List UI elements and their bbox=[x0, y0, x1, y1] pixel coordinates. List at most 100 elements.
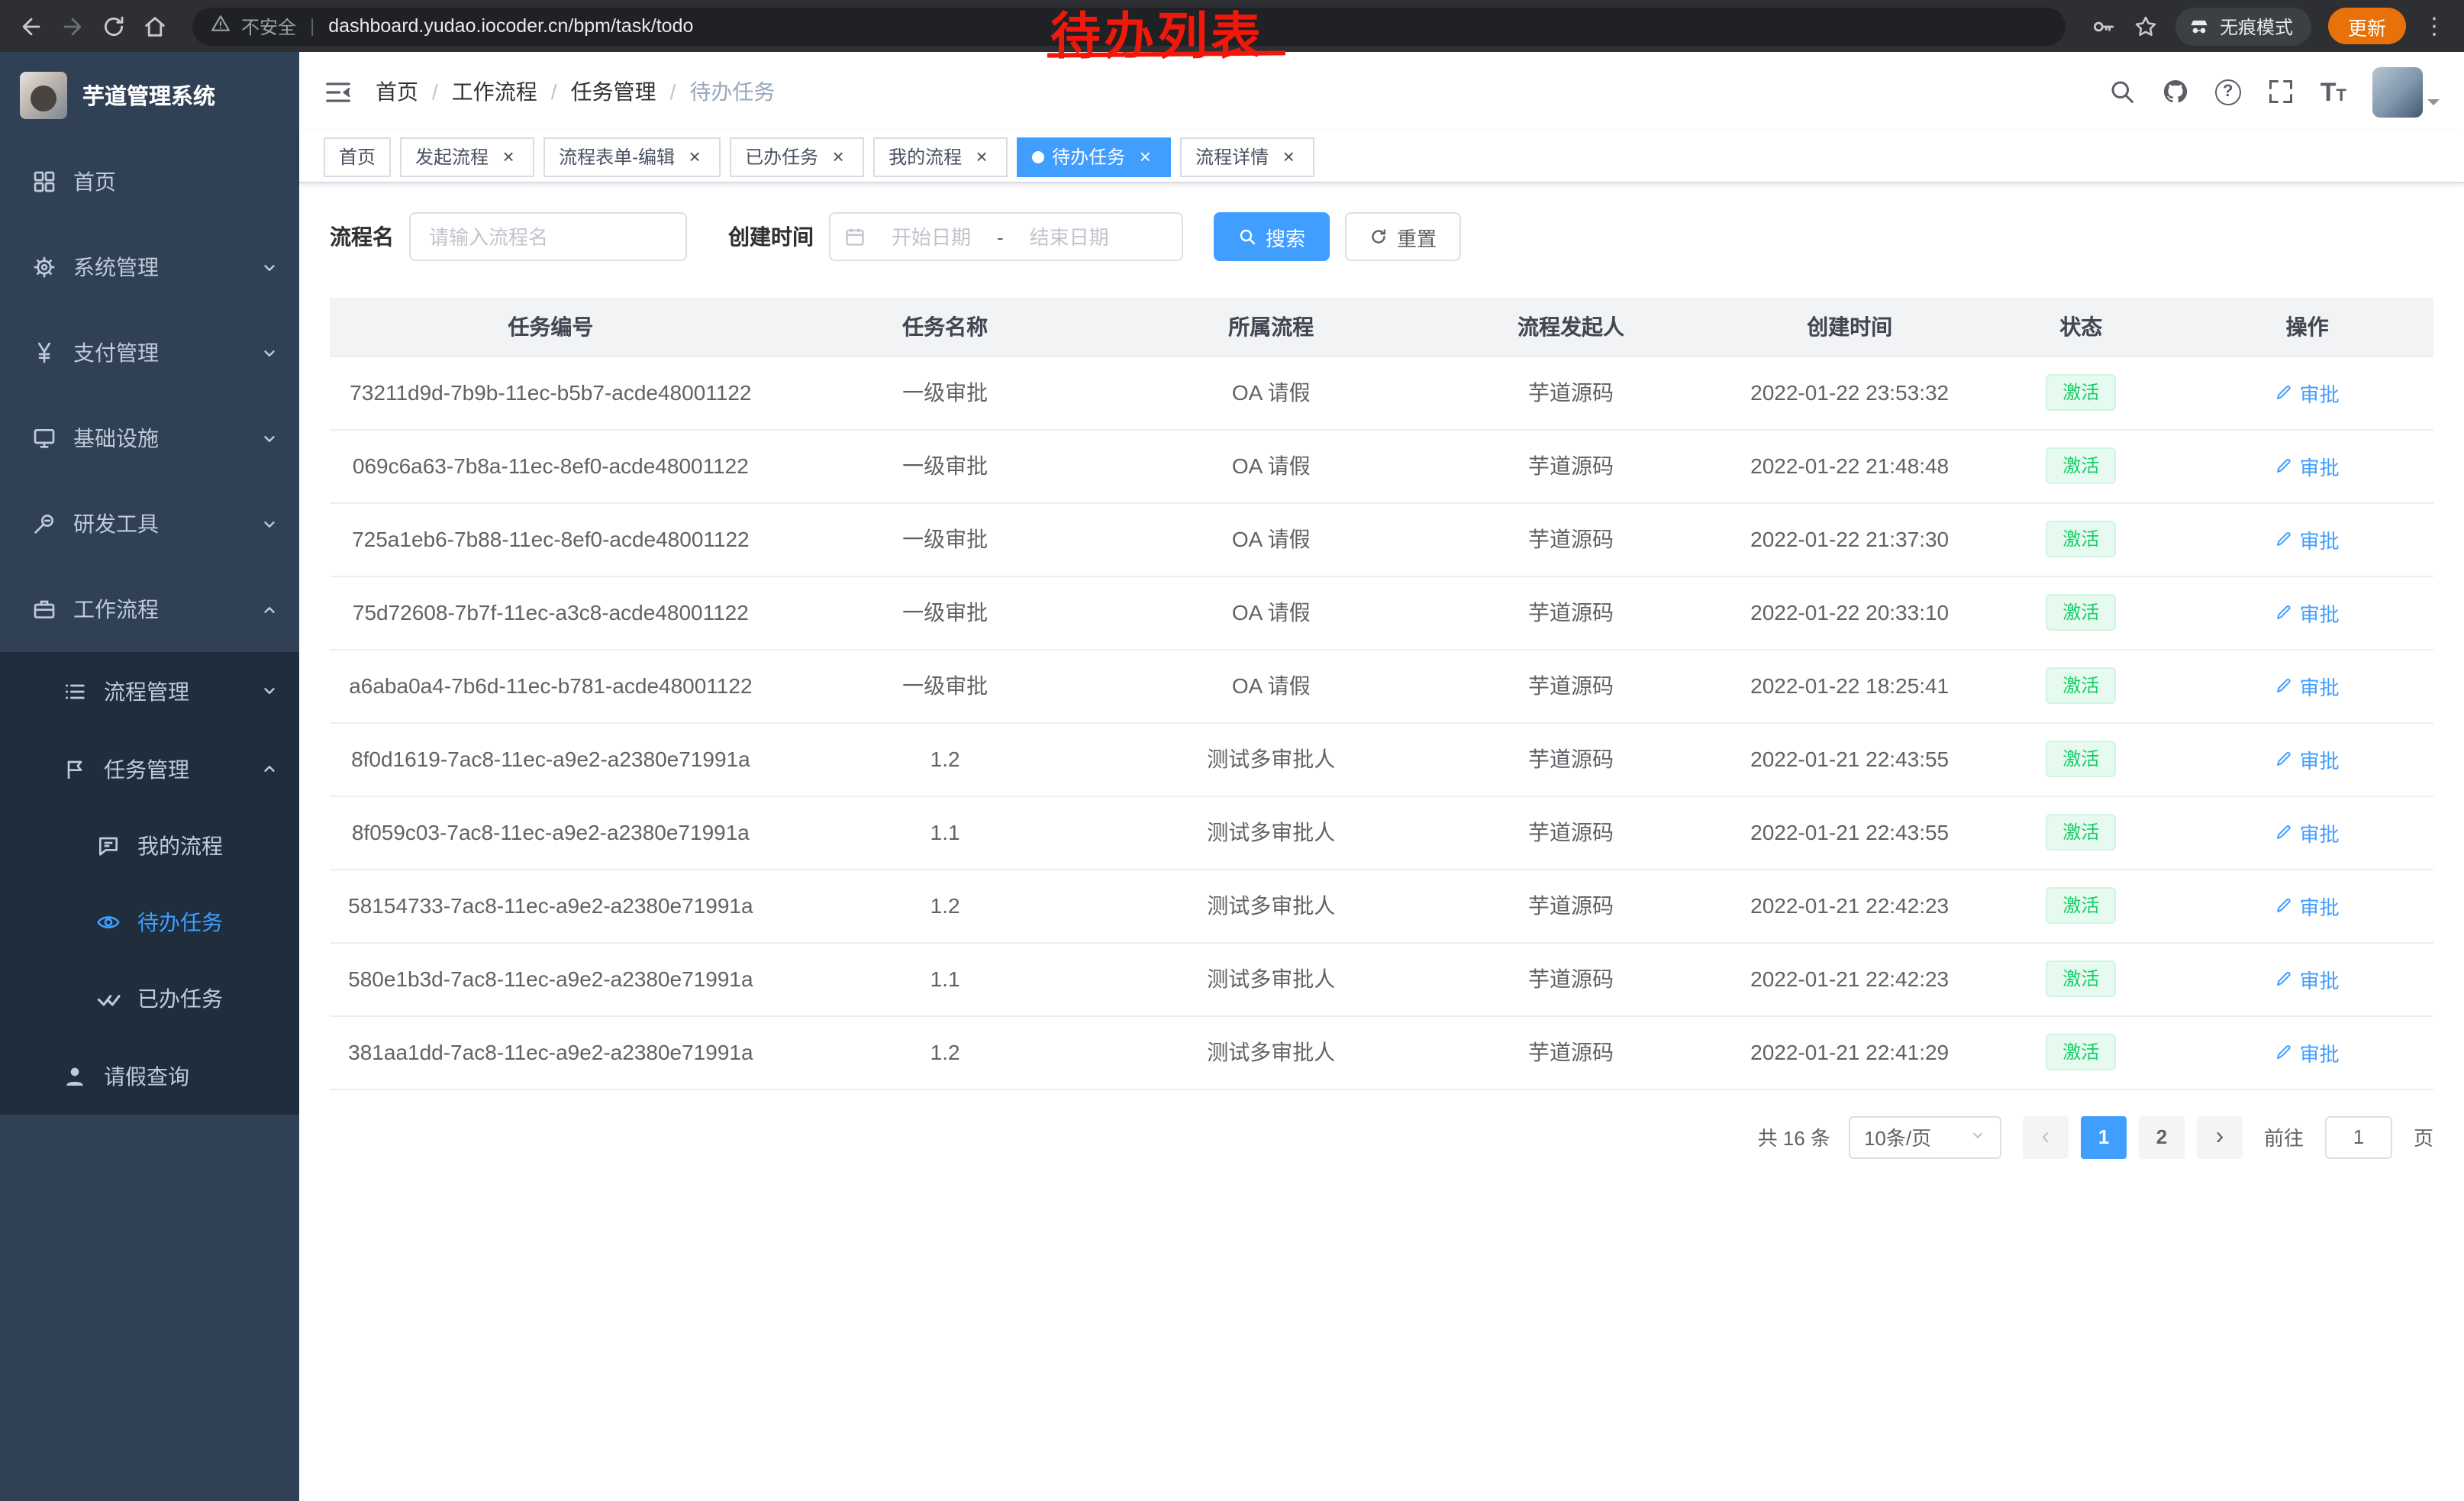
close-icon[interactable]: × bbox=[1278, 146, 1299, 167]
sidebar-item-system[interactable]: 系统管理 bbox=[0, 224, 299, 310]
logo-image bbox=[20, 72, 67, 119]
screenshot-root: 不安全 | dashboard.yudao.iocoder.cn/bpm/tas… bbox=[0, 0, 2464, 1501]
github-icon[interactable] bbox=[2162, 78, 2189, 105]
search-button[interactable]: 搜索 bbox=[1214, 212, 1330, 261]
approve-link[interactable]: 审批 bbox=[2275, 818, 2340, 847]
cell-task-id: 8f0d1619-7ac8-11ec-a9e2-a2380e71991a bbox=[330, 722, 772, 796]
home-icon[interactable] bbox=[142, 13, 168, 39]
close-icon[interactable]: × bbox=[827, 146, 849, 167]
process-name-input[interactable] bbox=[409, 212, 687, 261]
approve-link[interactable]: 审批 bbox=[2275, 744, 2340, 773]
close-icon[interactable]: × bbox=[498, 146, 519, 167]
table-row: 8f059c03-7ac8-11ec-a9e2-a2380e71991a1.1测… bbox=[330, 796, 2433, 869]
status-badge: 激活 bbox=[2046, 960, 2116, 997]
close-icon[interactable]: × bbox=[971, 146, 992, 167]
pagination: 共 16 条 10条/页 ‹12› 前往 页 bbox=[330, 1115, 2433, 1158]
status-badge: 激活 bbox=[2046, 667, 2116, 704]
back-icon[interactable] bbox=[18, 13, 44, 39]
sidebar-item-workflow[interactable]: 工作流程 bbox=[0, 567, 299, 652]
sidebar-item-infrastructure[interactable]: 基础设施 bbox=[0, 395, 299, 481]
approve-link[interactable]: 审批 bbox=[2275, 525, 2340, 554]
pen-icon bbox=[2275, 676, 2294, 695]
help-icon[interactable]: ? bbox=[2215, 79, 2241, 105]
page-size-select[interactable]: 10条/页 bbox=[1849, 1115, 2001, 1158]
date-range-picker[interactable]: - bbox=[829, 212, 1183, 261]
search-icon[interactable] bbox=[2108, 78, 2136, 105]
tag-我的流程[interactable]: 我的流程× bbox=[873, 137, 1008, 176]
logo: 芋道管理系统 bbox=[0, 52, 299, 139]
cell-task-name: 一级审批 bbox=[772, 502, 1119, 576]
star-icon[interactable] bbox=[2133, 13, 2159, 39]
main: 首页/工作流程/任务管理/待办任务 ? TT bbox=[299, 52, 2464, 1501]
reset-button[interactable]: 重置 bbox=[1345, 212, 1461, 261]
breadcrumb-item[interactable]: 工作流程 bbox=[452, 76, 537, 107]
approve-link[interactable]: 审批 bbox=[2275, 671, 2340, 700]
tag-待办任务[interactable]: 待办任务× bbox=[1017, 137, 1171, 176]
end-date-input[interactable] bbox=[1013, 225, 1126, 248]
approve-link[interactable]: 审批 bbox=[2275, 598, 2340, 627]
cell-starter: 芋道源码 bbox=[1424, 869, 1718, 942]
browser-menu-icon[interactable]: ⋮ bbox=[2423, 12, 2446, 40]
sidebar-item-process-management[interactable]: 流程管理 bbox=[0, 652, 299, 730]
forward-icon[interactable] bbox=[60, 13, 85, 39]
tag-首页[interactable]: 首页 bbox=[324, 137, 391, 176]
tag-流程表单-编辑[interactable]: 流程表单-编辑× bbox=[543, 137, 721, 176]
breadcrumb-separator: / bbox=[670, 79, 676, 104]
tag-已办任务[interactable]: 已办任务× bbox=[730, 137, 864, 176]
prev-page-button[interactable]: ‹ bbox=[2023, 1115, 2069, 1158]
cell-task-id: a6aba0a4-7b6d-11ec-b781-acde48001122 bbox=[330, 649, 772, 722]
sidebar-item-dev-tools[interactable]: 研发工具 bbox=[0, 481, 299, 567]
cell-created: 2022-01-22 21:37:30 bbox=[1718, 502, 1982, 576]
approve-link[interactable]: 审批 bbox=[2275, 964, 2340, 993]
cell-starter: 芋道源码 bbox=[1424, 722, 1718, 796]
reload-icon[interactable] bbox=[101, 13, 127, 39]
tag-发起流程[interactable]: 发起流程× bbox=[400, 137, 534, 176]
approve-link[interactable]: 审批 bbox=[2275, 378, 2340, 407]
breadcrumb-item[interactable]: 首页 bbox=[376, 76, 418, 107]
update-button[interactable]: 更新 bbox=[2328, 8, 2406, 44]
sidebar-item-my-process[interactable]: 我的流程 bbox=[0, 808, 299, 884]
approve-link[interactable]: 审批 bbox=[2275, 451, 2340, 480]
sidebar-item-label: 流程管理 bbox=[104, 676, 244, 706]
next-page-button[interactable]: › bbox=[2197, 1115, 2243, 1158]
search-icon bbox=[1238, 228, 1256, 246]
tag-流程详情[interactable]: 流程详情× bbox=[1180, 137, 1314, 176]
sidebar-item-todo-tasks[interactable]: 待办任务 bbox=[0, 884, 299, 960]
cell-process: OA 请假 bbox=[1118, 576, 1424, 649]
start-date-input[interactable] bbox=[875, 225, 988, 248]
cell-process: 测试多审批人 bbox=[1118, 869, 1424, 942]
status-badge: 激活 bbox=[2046, 814, 2116, 851]
cell-process: 测试多审批人 bbox=[1118, 796, 1424, 869]
logo-title: 芋道管理系统 bbox=[82, 79, 215, 111]
approve-link[interactable]: 审批 bbox=[2275, 1038, 2340, 1067]
sidebar-item-payment[interactable]: 支付管理 bbox=[0, 310, 299, 395]
goto-suffix: 页 bbox=[2414, 1122, 2433, 1151]
cell-process: OA 请假 bbox=[1118, 429, 1424, 502]
sidebar-item-leave-query[interactable]: 请假查询 bbox=[0, 1037, 299, 1115]
date-separator: - bbox=[997, 225, 1004, 248]
font-size-icon[interactable]: TT bbox=[2320, 79, 2346, 105]
close-icon[interactable]: × bbox=[1134, 146, 1156, 167]
refresh-icon bbox=[1369, 228, 1388, 246]
goto-page-input[interactable] bbox=[2325, 1115, 2392, 1158]
sidebar-item-task-management[interactable]: 任务管理 bbox=[0, 730, 299, 808]
page-button-2[interactable]: 2 bbox=[2139, 1115, 2185, 1158]
cell-created: 2022-01-21 22:42:23 bbox=[1718, 869, 1982, 942]
breadcrumb-item: 待办任务 bbox=[689, 76, 775, 107]
sidebar-item-label: 研发工具 bbox=[73, 508, 244, 539]
user-menu[interactable] bbox=[2372, 66, 2440, 117]
approve-link[interactable]: 审批 bbox=[2275, 891, 2340, 920]
sidebar-collapse-icon[interactable] bbox=[324, 77, 353, 106]
close-icon[interactable]: × bbox=[684, 146, 705, 167]
sidebar-item-done-tasks[interactable]: 已办任务 bbox=[0, 960, 299, 1037]
key-icon[interactable] bbox=[2090, 13, 2116, 39]
breadcrumb-item[interactable]: 任务管理 bbox=[571, 76, 656, 107]
sidebar-item-label: 已办任务 bbox=[137, 983, 278, 1014]
cell-starter: 芋道源码 bbox=[1424, 356, 1718, 429]
navbar-actions: ? TT bbox=[2108, 66, 2440, 117]
incognito-icon bbox=[2188, 15, 2211, 37]
fullscreen-icon[interactable] bbox=[2267, 78, 2295, 105]
sidebar-item-label: 我的流程 bbox=[137, 831, 278, 861]
page-button-1[interactable]: 1 bbox=[2081, 1115, 2127, 1158]
sidebar-item-home[interactable]: 首页 bbox=[0, 139, 299, 224]
